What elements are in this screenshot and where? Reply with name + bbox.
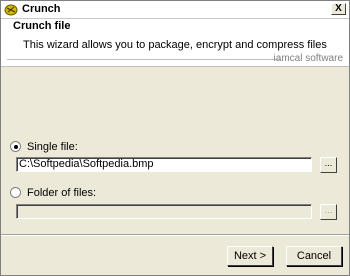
window-title: Crunch [22, 3, 61, 15]
folder-browse-button[interactable]: ... [320, 204, 337, 220]
title-bar[interactable]: Crunch X [1, 1, 349, 19]
close-button[interactable]: X [331, 3, 346, 15]
cancel-button[interactable]: Cancel [286, 246, 342, 266]
crunch-app-icon [4, 3, 18, 16]
page-title: Crunch file [13, 20, 71, 32]
page-description: This wizard allows you to package, encry… [23, 39, 327, 51]
crunch-window: Crunch X Crunch file This wizard allows … [0, 0, 350, 276]
folder-input[interactable] [16, 204, 312, 219]
close-icon: X [335, 3, 342, 14]
folder-radio[interactable] [10, 187, 21, 198]
single-file-input[interactable]: C:\Softpedia\Softpedia.bmp [16, 157, 312, 172]
next-button[interactable]: Next > [227, 246, 273, 266]
folder-label: Folder of files: [27, 187, 97, 199]
single-file-option[interactable]: Single file: [10, 141, 78, 153]
folder-option[interactable]: Folder of files: [10, 187, 96, 199]
brand-divider [7, 59, 281, 60]
single-file-label: Single file: [27, 141, 78, 153]
single-file-browse-button[interactable]: ... [320, 157, 337, 173]
single-file-radio[interactable] [10, 141, 21, 152]
brand-label: iamcal software [273, 53, 343, 64]
footer-divider [1, 234, 349, 236]
